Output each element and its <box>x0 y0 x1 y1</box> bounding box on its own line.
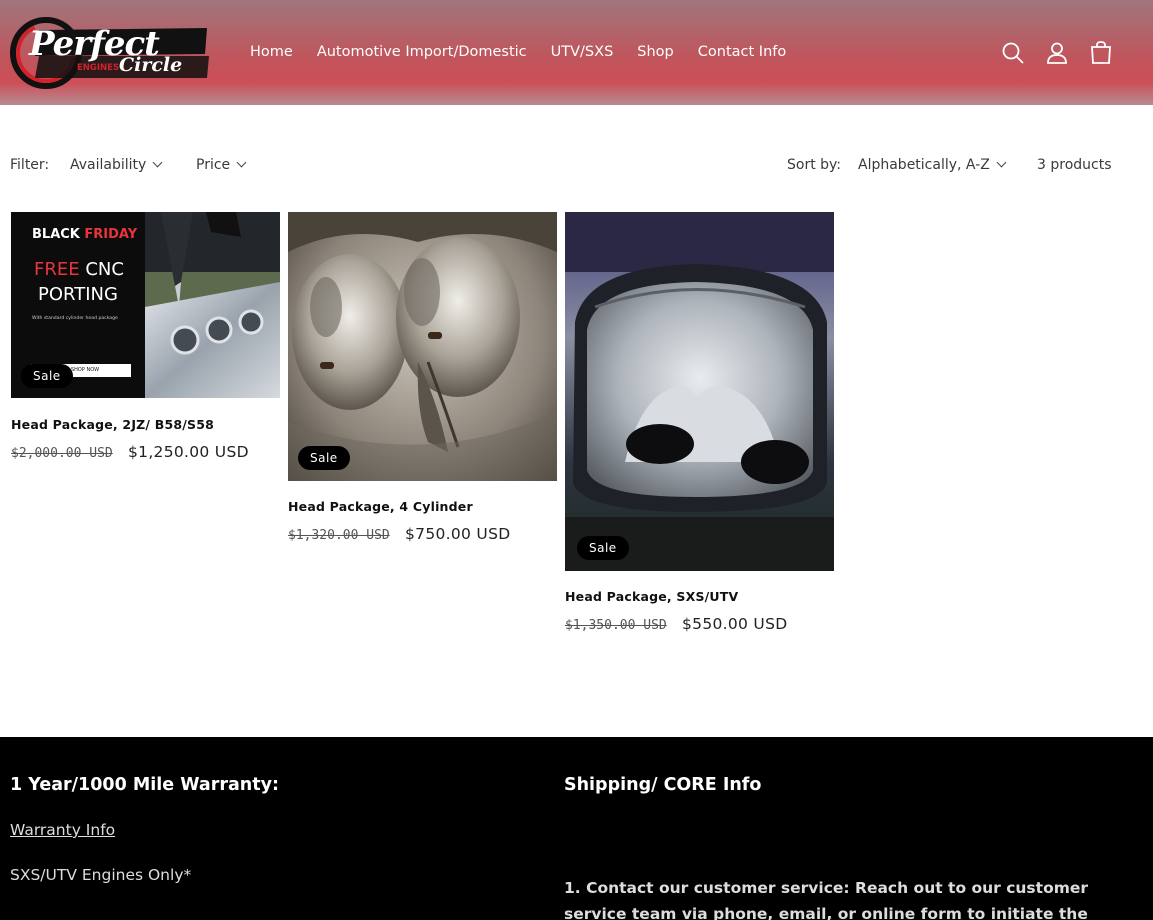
availability-filter-label: Availability <box>70 157 147 173</box>
product-sale-price: $750.00 USD <box>405 525 511 543</box>
logo-text-bottom: Circle <box>119 54 183 76</box>
promo-friday: FRIDAY <box>84 227 138 242</box>
product-compare-price: $1,350.00 USD <box>565 618 667 633</box>
site-logo[interactable]: Perfect ENGINES Circle <box>9 16 213 90</box>
shipping-step-1: 1. Contact our customer service: Reach o… <box>564 879 1089 920</box>
product-card[interactable]: Sale Head Package, 4 Cylinder $1,320.00 … <box>288 212 557 552</box>
product-sale-price: $550.00 USD <box>682 615 788 633</box>
product-compare-price: $1,320.00 USD <box>288 528 390 543</box>
chevron-down-icon <box>152 157 163 168</box>
product-card[interactable]: BLACK FRIDAY FREE CNC PORTING With stand… <box>11 212 280 472</box>
nav-item-utv-sxs[interactable]: UTV/SXS <box>551 44 614 60</box>
warranty-note: SXS/UTV Engines Only* <box>10 866 192 884</box>
product-count: 3 products <box>1037 157 1112 173</box>
sale-badge: Sale <box>298 446 350 470</box>
product-image[interactable]: BLACK FRIDAY FREE CNC PORTING With stand… <box>11 212 280 398</box>
nav-item-shop[interactable]: Shop <box>637 44 673 60</box>
product-title[interactable]: Head Package, 2JZ/ B58/S58 <box>11 417 214 432</box>
shipping-heading: Shipping/ CORE Info <box>564 775 762 795</box>
chevron-down-icon <box>236 157 247 168</box>
cart-icon[interactable] <box>1088 40 1114 66</box>
promo-cnc: CNC <box>85 259 124 280</box>
main-nav: Home Automotive Import/Domestic UTV/SXS … <box>250 44 786 60</box>
nav-item-contact[interactable]: Contact Info <box>698 44 786 60</box>
sale-badge: Sale <box>21 364 73 388</box>
sort-select[interactable]: Alphabetically, A-Z <box>858 157 1007 173</box>
promo-free: FREE <box>34 259 80 280</box>
availability-filter[interactable]: Availability <box>70 157 163 173</box>
product-image[interactable]: Sale <box>565 212 834 571</box>
collection-filter-bar: Filter: Availability Price Sort by: Alph… <box>0 155 1153 177</box>
sale-badge: Sale <box>577 536 629 560</box>
product-image[interactable]: Sale <box>288 212 557 481</box>
product-compare-price: $2,000.00 USD <box>11 446 113 461</box>
product-card[interactable]: Sale Head Package, SXS/UTV $1,350.00 USD… <box>565 212 834 642</box>
filter-label: Filter: <box>10 157 50 173</box>
nav-item-home[interactable]: Home <box>250 44 293 60</box>
price-filter-label: Price <box>196 157 231 173</box>
promo-subtext: With standard cylinder head package <box>32 316 118 321</box>
site-header: Perfect ENGINES Circle Home Automotive I… <box>0 0 1153 105</box>
warranty-info-link[interactable]: Warranty Info <box>10 821 115 839</box>
logo-text-small: ENGINES <box>77 63 120 73</box>
warranty-heading: 1 Year/1000 Mile Warranty: <box>10 775 279 795</box>
site-footer: 1 Year/1000 Mile Warranty: Warranty Info… <box>0 737 1153 920</box>
product-title[interactable]: Head Package, SXS/UTV <box>565 589 738 604</box>
chevron-down-icon <box>996 157 1007 168</box>
promo-black: BLACK <box>32 227 80 242</box>
account-icon[interactable] <box>1044 40 1070 66</box>
sort-select-value: Alphabetically, A-Z <box>858 157 990 173</box>
sort-label: Sort by: <box>787 157 842 173</box>
price-filter[interactable]: Price <box>196 157 247 173</box>
search-icon[interactable] <box>1000 40 1026 66</box>
product-sale-price: $1,250.00 USD <box>128 443 249 461</box>
product-title[interactable]: Head Package, 4 Cylinder <box>288 499 473 514</box>
promo-porting: PORTING <box>38 284 118 305</box>
nav-item-automotive[interactable]: Automotive Import/Domestic <box>317 44 527 60</box>
